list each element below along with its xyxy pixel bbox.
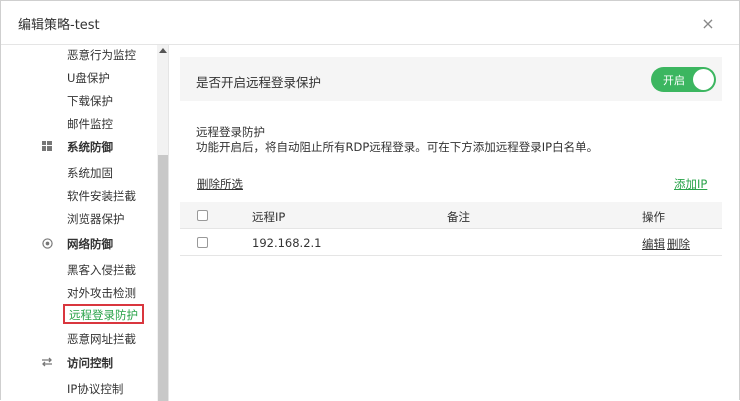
dialog-title: 编辑策略-test xyxy=(18,18,100,33)
scrollbar-thumb[interactable] xyxy=(158,155,168,401)
toggle-panel: 是否开启远程登录保护 开启 xyxy=(180,57,722,101)
remote-login-protection-toggle[interactable]: 开启 xyxy=(651,67,716,92)
toggle-state-label: 开启 xyxy=(663,74,685,87)
sidebar-item-hacker-intrusion-block[interactable]: 黑客入侵拦截 xyxy=(67,262,136,282)
sidebar-scrollbar[interactable] xyxy=(157,45,168,401)
close-icon[interactable]: × xyxy=(701,16,715,32)
delete-selected-link[interactable]: 删除所选 xyxy=(197,176,243,192)
sidebar-group-label: 系统防御 xyxy=(67,140,113,154)
sidebar-item-download-protection[interactable]: 下载保护 xyxy=(67,93,113,113)
delete-link[interactable]: 删除 xyxy=(667,236,690,252)
toggle-label: 是否开启远程登录保护 xyxy=(196,75,322,90)
sidebar-group-system-defense[interactable]: 系统防御 xyxy=(1,137,157,159)
column-header-note: 备注 xyxy=(447,210,470,224)
transfer-icon xyxy=(41,357,53,369)
sidebar-item-mail-monitor[interactable]: 邮件监控 xyxy=(67,116,113,136)
sidebar-item-system-hardening[interactable]: 系统加固 xyxy=(67,165,113,185)
row-checkbox[interactable] xyxy=(197,237,208,248)
sidebar-group-access-control[interactable]: 访问控制 xyxy=(1,353,157,375)
sidebar-group-label: 访问控制 xyxy=(67,356,113,370)
edit-policy-dialog: 编辑策略-test × 恶意行为监控 U盘保护 下载保护 邮件监控 系统防御 系… xyxy=(0,0,740,401)
scroll-up-arrow-icon[interactable] xyxy=(159,48,167,53)
toggle-knob xyxy=(693,69,714,90)
sidebar-item-malicious-url-block[interactable]: 恶意网址拦截 xyxy=(67,331,136,351)
sidebar-item-usb-protection[interactable]: U盘保护 xyxy=(67,70,110,90)
sidebar-item-remote-login-protection[interactable]: 远程登录防护 xyxy=(63,304,144,324)
globe-icon xyxy=(41,238,53,250)
dialog-titlebar: 编辑策略-test × xyxy=(1,1,739,45)
section-title: 远程登录防护 xyxy=(196,125,265,139)
add-ip-link[interactable]: 添加IP xyxy=(674,176,707,192)
edit-link[interactable]: 编辑 xyxy=(642,236,665,252)
cell-ip: 192.168.2.1 xyxy=(252,236,322,250)
sidebar-item-outbound-attack-detect[interactable]: 对外攻击检测 xyxy=(67,285,136,305)
column-header-ip: 远程IP xyxy=(252,210,286,224)
sidebar-item-malicious-behavior[interactable]: 恶意行为监控 xyxy=(67,47,136,67)
sidebar-item-software-install-block[interactable]: 软件安装拦截 xyxy=(67,188,136,208)
sidebar-group-network-defense[interactable]: 网络防御 xyxy=(1,234,157,256)
table-row: 192.168.2.1 编辑 删除 xyxy=(180,229,722,256)
column-header-actions: 操作 xyxy=(642,210,665,224)
sidebar-item-browser-protection[interactable]: 浏览器保护 xyxy=(67,211,125,231)
table-header: 远程IP 备注 操作 xyxy=(180,202,722,229)
select-all-checkbox[interactable] xyxy=(197,210,208,221)
sidebar-item-ip-protocol-control[interactable]: IP协议控制 xyxy=(67,381,123,401)
section-description: 功能开启后，将自动阻止所有RDP远程登录。可在下方添加远程登录IP白名单。 xyxy=(196,140,599,154)
windows-icon xyxy=(41,141,53,153)
main-content: 是否开启远程登录保护 开启 远程登录防护 功能开启后，将自动阻止所有RDP远程登… xyxy=(169,45,739,401)
sidebar: 恶意行为监控 U盘保护 下载保护 邮件监控 系统防御 系统加固 软件安装拦截 浏… xyxy=(1,45,169,401)
sidebar-group-label: 网络防御 xyxy=(67,237,113,251)
